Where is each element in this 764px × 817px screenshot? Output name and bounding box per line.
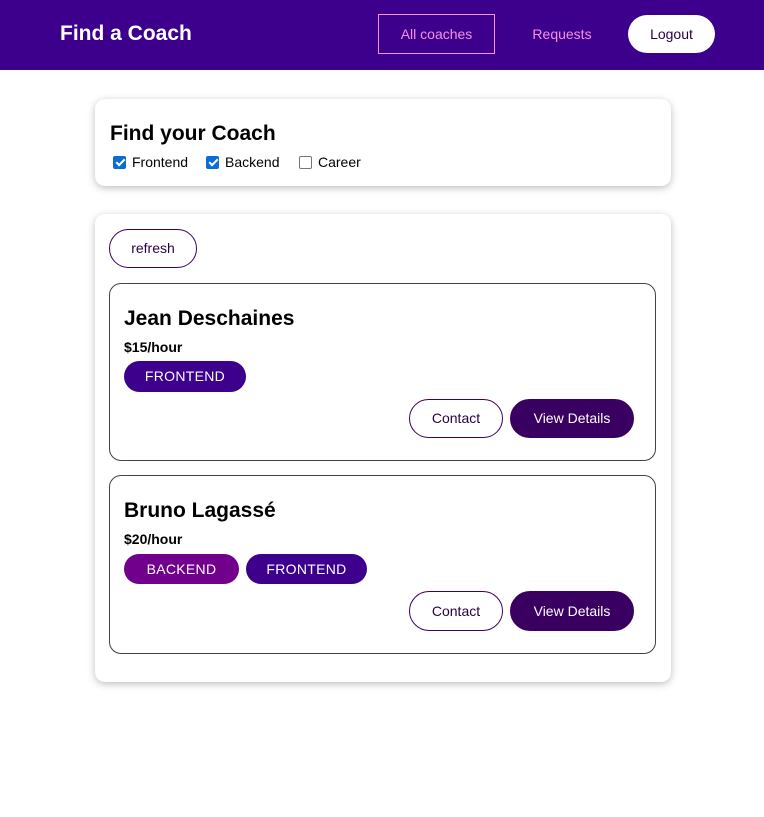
- coach-name: Bruno Lagassé: [124, 499, 276, 522]
- coach-rate: $15/hour: [124, 339, 183, 355]
- filter-label-career: Career: [318, 154, 361, 170]
- area-badge-frontend: FRONTEND: [124, 361, 246, 392]
- career-checkbox[interactable]: [299, 155, 312, 169]
- filter-option-backend[interactable]: Backend: [206, 154, 279, 170]
- nav-requests[interactable]: Requests: [514, 14, 610, 54]
- filter-label-backend: Backend: [225, 154, 280, 170]
- app-header: Find a Coach All coaches Requests Logout: [0, 0, 764, 70]
- filter-title: Find your Coach: [110, 122, 276, 145]
- app-brand-link[interactable]: Find a Coach: [60, 20, 192, 48]
- coach-rate: $20/hour: [124, 531, 183, 547]
- nav-all-coaches[interactable]: All coaches: [378, 14, 495, 54]
- filter-option-career[interactable]: Career: [299, 154, 361, 170]
- coach-name: Jean Deschaines: [124, 307, 295, 330]
- area-badge-frontend: FRONTEND: [246, 554, 367, 584]
- contact-button[interactable]: Contact: [409, 591, 503, 631]
- filter-option-frontend[interactable]: Frontend: [113, 154, 188, 170]
- filter-label-frontend: Frontend: [132, 154, 189, 170]
- view-details-button[interactable]: View Details: [510, 399, 634, 438]
- frontend-checkbox[interactable]: [113, 155, 126, 169]
- refresh-button[interactable]: refresh: [109, 229, 197, 268]
- contact-button[interactable]: Contact: [409, 399, 503, 438]
- area-badge-backend: BACKEND: [124, 554, 239, 584]
- filter-card: Find your Coach: [95, 99, 671, 186]
- coach-item: Bruno Lagassé $20/hour BACKEND FRONTEND …: [109, 475, 656, 654]
- logout-button[interactable]: Logout: [628, 15, 715, 53]
- backend-checkbox[interactable]: [206, 155, 219, 169]
- view-details-button[interactable]: View Details: [510, 591, 634, 631]
- coach-item: Jean Deschaines $15/hour FRONTEND Contac…: [109, 283, 656, 461]
